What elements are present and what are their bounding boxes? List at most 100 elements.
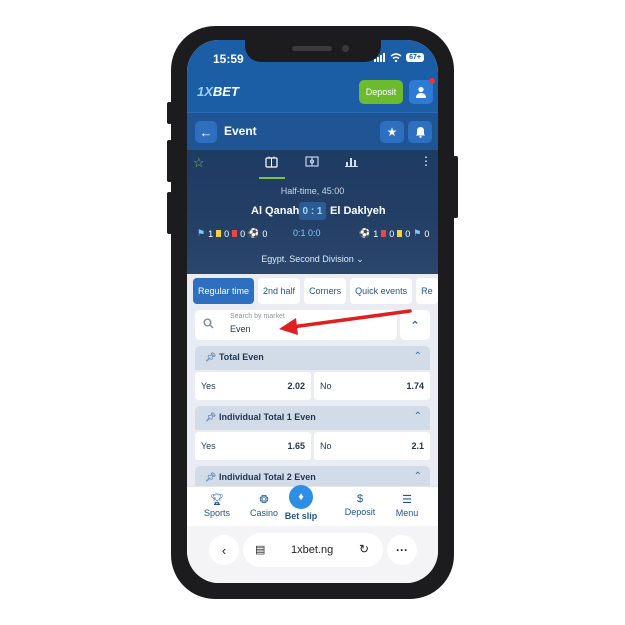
corner-flag-icon: ⚑ bbox=[197, 228, 206, 238]
trophy-icon: 🏆︎ bbox=[210, 494, 224, 506]
search-icon bbox=[203, 318, 214, 329]
phone-screen: 15:59 67+ 1XBET Deposit ← Event ★ ☆ ⋮ Ha… bbox=[187, 40, 438, 583]
score: 0 : 1 bbox=[299, 202, 326, 220]
nav-sports[interactable]: 🏆︎ Sports bbox=[197, 493, 237, 518]
speaker bbox=[292, 46, 332, 51]
more-horizontal-icon: ··· bbox=[396, 543, 408, 557]
url-text: 1xbet.ng bbox=[291, 544, 334, 556]
site-header: 1XBET Deposit bbox=[187, 78, 438, 112]
page-title: Event bbox=[224, 124, 257, 138]
market-header[interactable]: 📌︎ Total Even ⌃ bbox=[195, 346, 430, 370]
chevron-down-icon: ⌄ bbox=[356, 254, 364, 264]
tab-corners[interactable]: Corners bbox=[304, 278, 347, 304]
nav-casino[interactable]: ❂ Casino bbox=[244, 493, 284, 518]
account-button[interactable] bbox=[409, 78, 435, 104]
user-icon bbox=[416, 86, 426, 98]
away-corners: 0 bbox=[424, 228, 430, 239]
bar-chart-icon bbox=[345, 158, 358, 167]
scoreboard-tab-stats[interactable] bbox=[265, 156, 278, 171]
status-icons: 67+ bbox=[374, 53, 424, 62]
logo-suffix: BET bbox=[212, 84, 239, 99]
odd-value: 1.74 bbox=[406, 381, 424, 391]
tab-2nd-half[interactable]: 2nd half bbox=[258, 278, 301, 304]
pin-icon: 📌︎ bbox=[205, 412, 217, 422]
odd-label: Yes bbox=[201, 381, 216, 391]
back-button[interactable]: ← bbox=[195, 121, 217, 143]
markets-area: Regular time 2nd half Corners Quick even… bbox=[187, 274, 438, 490]
front-camera bbox=[342, 45, 349, 52]
market-title-text: Individual Total 1 Even bbox=[218, 412, 316, 422]
brand-logo[interactable]: 1XBET bbox=[197, 84, 239, 99]
odd-button[interactable]: Yes 1.65 bbox=[195, 432, 311, 460]
mute-switch bbox=[167, 102, 172, 124]
deposit-button[interactable]: Deposit bbox=[359, 80, 403, 104]
tab-quick-events[interactable]: Quick events bbox=[350, 278, 413, 304]
nav-bet-slip[interactable]: Bet slip bbox=[281, 511, 321, 521]
scoreboard: ☆ ⋮ Half-time, 45:00 Al Qanah 0 : 1 El D… bbox=[187, 150, 438, 274]
battery-icon: 67+ bbox=[406, 53, 424, 62]
odd-button[interactable]: No 1.74 bbox=[314, 372, 430, 400]
tab-regular-time[interactable]: Regular time bbox=[193, 278, 255, 304]
nav-label: Menu bbox=[395, 508, 419, 518]
chevron-up-icon: ⌃ bbox=[413, 351, 422, 362]
match-status: Half-time, 45:00 bbox=[280, 186, 345, 196]
scoreboard-tab-field[interactable] bbox=[305, 156, 319, 170]
chevron-up-icon: ⌃ bbox=[413, 411, 422, 422]
chip-icon: ❂ bbox=[259, 494, 269, 506]
odd-button[interactable]: No 2.1 bbox=[314, 432, 430, 460]
hamburger-icon: ☰ bbox=[402, 494, 412, 506]
more-vertical-icon[interactable]: ⋮ bbox=[420, 154, 432, 168]
yellow-card-icon bbox=[216, 230, 222, 237]
notifications-button[interactable] bbox=[408, 121, 432, 143]
field-icon bbox=[305, 156, 319, 167]
collapse-all-button[interactable]: ⌃︎ bbox=[400, 310, 430, 340]
home-stats: ⚑ 1 0 0 ⚽ 0 bbox=[197, 228, 267, 239]
ticket-icon[interactable]: ♦ bbox=[289, 485, 313, 509]
tab-truncated[interactable]: Re bbox=[416, 278, 438, 304]
volume-down-button bbox=[167, 192, 172, 234]
reload-icon[interactable]: ↻ bbox=[359, 542, 369, 556]
address-bar[interactable]: ▤ 1xbet.ng ↻ bbox=[243, 533, 383, 567]
pin-icon: 📌︎ bbox=[205, 352, 217, 362]
period-tabs: Regular time 2nd half Corners Quick even… bbox=[193, 278, 438, 304]
team-away: El Daklyeh bbox=[330, 205, 386, 217]
status-time: 15:59 bbox=[213, 52, 244, 66]
browser-toolbar: ‹ ▤ 1xbet.ng ↻ ··· bbox=[187, 526, 438, 583]
odd-button[interactable]: Yes 2.02 bbox=[195, 372, 311, 400]
market-title: 📌︎ Individual Total 1 Even bbox=[205, 412, 316, 423]
volume-up-button bbox=[167, 140, 172, 182]
home-penalties: 0 bbox=[262, 228, 268, 239]
pin-icon: 📌︎ bbox=[205, 472, 217, 482]
favorite-button[interactable]: ★ bbox=[380, 121, 404, 143]
team-home: Al Qanah bbox=[251, 205, 300, 217]
power-button bbox=[453, 156, 458, 218]
odd-value: 2.1 bbox=[411, 441, 424, 451]
ball-icon: ⚽ bbox=[359, 228, 371, 238]
bell-icon bbox=[415, 127, 425, 138]
browser-back-button[interactable]: ‹ bbox=[209, 535, 239, 565]
scoreboard-tab-charts[interactable] bbox=[345, 156, 358, 170]
browser-more-button[interactable]: ··· bbox=[387, 535, 417, 565]
notification-dot bbox=[429, 78, 435, 84]
market-header[interactable]: 📌︎ Individual Total 1 Even ⌃ bbox=[195, 406, 430, 430]
search-value: Even bbox=[230, 324, 251, 334]
double-chevron-up-icon: ⌃︎ bbox=[410, 319, 420, 332]
reader-icon[interactable]: ▤ bbox=[255, 543, 265, 556]
star-outline-icon[interactable]: ☆ bbox=[193, 155, 205, 171]
nav-label: Casino bbox=[249, 508, 278, 518]
nav-menu[interactable]: ☰ Menu bbox=[387, 493, 427, 518]
odd-label: Yes bbox=[201, 441, 216, 451]
market-search-input[interactable]: Search by market Even bbox=[195, 310, 397, 340]
odd-value: 1.65 bbox=[287, 441, 305, 451]
nav-deposit[interactable]: $ Deposit bbox=[340, 493, 380, 517]
market-title-text: Total Even bbox=[218, 352, 264, 362]
notch bbox=[245, 40, 381, 62]
yellow-card-icon bbox=[397, 230, 403, 237]
odd-label: No bbox=[320, 441, 332, 451]
odd-value: 2.02 bbox=[287, 381, 305, 391]
league-selector[interactable]: Egypt. Second Division ⌄ bbox=[187, 254, 438, 265]
away-stats: ⚽ 1 0 0 ⚑ 0 bbox=[359, 228, 429, 239]
red-card-icon bbox=[381, 230, 387, 237]
event-bar: ← Event ★ bbox=[187, 112, 438, 150]
away-yellow: 0 bbox=[405, 228, 411, 239]
